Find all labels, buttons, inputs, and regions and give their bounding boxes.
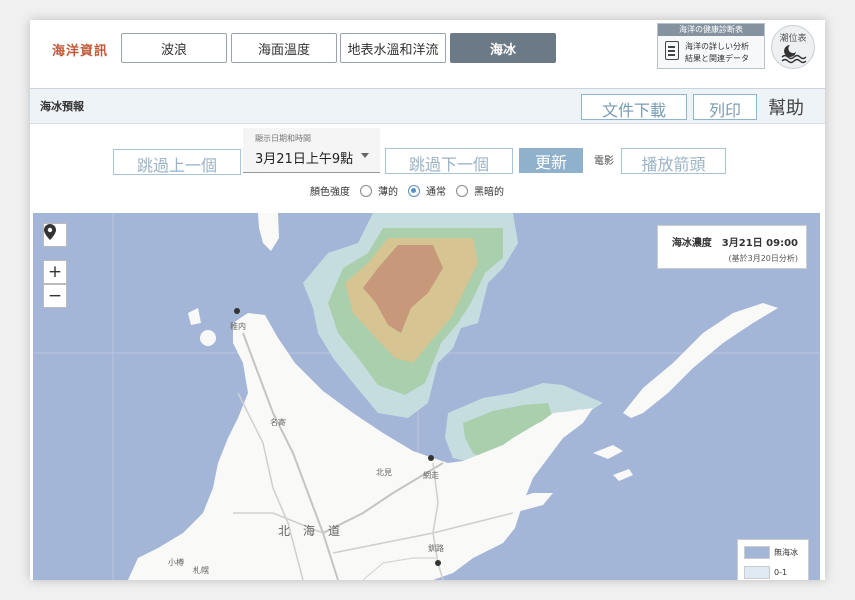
tab-sea-ice[interactable]: 海冰	[450, 33, 556, 63]
place-label-hokkaido-3: 道	[328, 524, 340, 538]
map-info-box: 海冰濃度 3月21日 09:00 (基於3月20日分析)	[657, 225, 807, 269]
moon-wave-icon	[781, 45, 807, 64]
color-thin-radio[interactable]	[360, 184, 372, 197]
place-label-sapporo: 札幌	[193, 565, 209, 575]
date-time-select[interactable]: 顯示日期和時間 3月21日上午9點	[243, 128, 380, 173]
health-report-line2: 結果と関連データ	[685, 54, 749, 63]
color-normal-label[interactable]: 通常	[426, 183, 446, 198]
chevron-down-icon	[361, 153, 369, 158]
legend-swatch-0-1	[744, 566, 770, 579]
city-marker[interactable]	[428, 455, 434, 461]
tide-table-button[interactable]: 潮位表	[771, 25, 815, 69]
place-label-kushiro: 釧路	[428, 543, 444, 553]
sakhalin-land	[258, 213, 279, 251]
place-label-hokkaido-1: 北	[278, 524, 290, 538]
play-arrow-button[interactable]: 播放箭頭	[621, 148, 726, 174]
map-info-title: 海冰濃度 3月21日 09:00	[671, 238, 798, 249]
health-report-heading: 海洋の健康診断表	[658, 24, 764, 36]
color-intensity-label: 顏色強度	[310, 187, 350, 198]
zoom-in-button[interactable]: +	[43, 260, 67, 284]
color-normal-radio[interactable]	[408, 184, 420, 197]
legend-swatch-no-ice	[744, 546, 770, 559]
place-label-kitami: 北見	[376, 468, 392, 477]
tab-waves[interactable]: 波浪	[121, 33, 227, 63]
sea-ice-map[interactable]: 稚内 網走 釧路 北見 名寄 小樽 札幌 北 海 道 + − 海冰濃度 3月21…	[33, 213, 820, 580]
color-intensity-row: 顏色強度 薄的 通常 黑暗的	[310, 183, 504, 198]
legend-label-no-ice: 無海冰	[774, 548, 798, 557]
legend-row: 無海冰	[744, 546, 798, 559]
zoom-out-button[interactable]: −	[43, 284, 67, 308]
map-info-subtitle: (基於3月20日分析)	[728, 254, 798, 263]
brand-logo[interactable]: 海洋資訊	[52, 40, 108, 59]
color-thin-label[interactable]: 薄的	[378, 183, 398, 198]
help-link[interactable]: 幫助	[768, 94, 804, 120]
legend-row: 0-1	[744, 566, 787, 579]
health-report-link[interactable]: 海洋の健康診断表 海洋の詳しい分析 結果と関連データ	[657, 23, 765, 69]
top-bar: 海洋資訊 波浪 海面溫度 地表水溫和洋流 海冰 海洋の健康診断表 海洋の詳しい分…	[30, 20, 825, 86]
update-button[interactable]: 更新	[519, 148, 583, 173]
tab-sea-surface-temperature[interactable]: 海面溫度	[231, 33, 337, 63]
health-report-line1: 海洋の詳しい分析	[685, 42, 749, 51]
place-label-hokkaido-2: 海	[303, 523, 315, 538]
city-marker[interactable]	[234, 308, 240, 314]
date-time-label: 顯示日期和時間	[255, 134, 311, 143]
forecast-title: 海冰預報	[40, 100, 84, 113]
movie-label: 電影	[594, 156, 614, 167]
place-label-otaru: 小樽	[168, 557, 184, 567]
color-dark-radio[interactable]	[456, 184, 468, 197]
location-pin-icon	[44, 224, 56, 240]
document-icon	[665, 41, 679, 60]
rebun-island	[188, 308, 201, 325]
tab-surface-water-currents[interactable]: 地表水溫和洋流	[340, 33, 446, 63]
island-land	[593, 445, 623, 459]
browser-frame: 海洋資訊 波浪 海面溫度 地表水溫和洋流 海冰 海洋の健康診断表 海洋の詳しい分…	[30, 20, 825, 580]
kuril-islands-land	[623, 303, 778, 418]
date-time-value: 3月21日上午9點	[255, 152, 354, 167]
place-label-abashiri: 網走	[423, 470, 439, 480]
color-dark-label[interactable]: 黑暗的	[474, 183, 504, 198]
print-button[interactable]: 列印	[693, 94, 757, 120]
tide-table-label: 潮位表	[779, 34, 807, 44]
place-label-nayoro: 名寄	[270, 417, 286, 427]
legend-label-0-1: 0-1	[774, 568, 788, 577]
rishiri-island	[200, 330, 216, 346]
skip-next-button[interactable]: 跳過下一個	[385, 148, 513, 174]
place-label-wakkanai: 稚内	[230, 321, 246, 331]
location-button[interactable]	[43, 223, 67, 247]
city-marker[interactable]	[435, 560, 441, 566]
skip-previous-button[interactable]: 跳過上一個	[113, 149, 241, 175]
island-land	[613, 469, 633, 481]
download-button[interactable]: 文件下載	[581, 94, 687, 120]
map-legend: 無海冰 0-1	[737, 539, 809, 580]
